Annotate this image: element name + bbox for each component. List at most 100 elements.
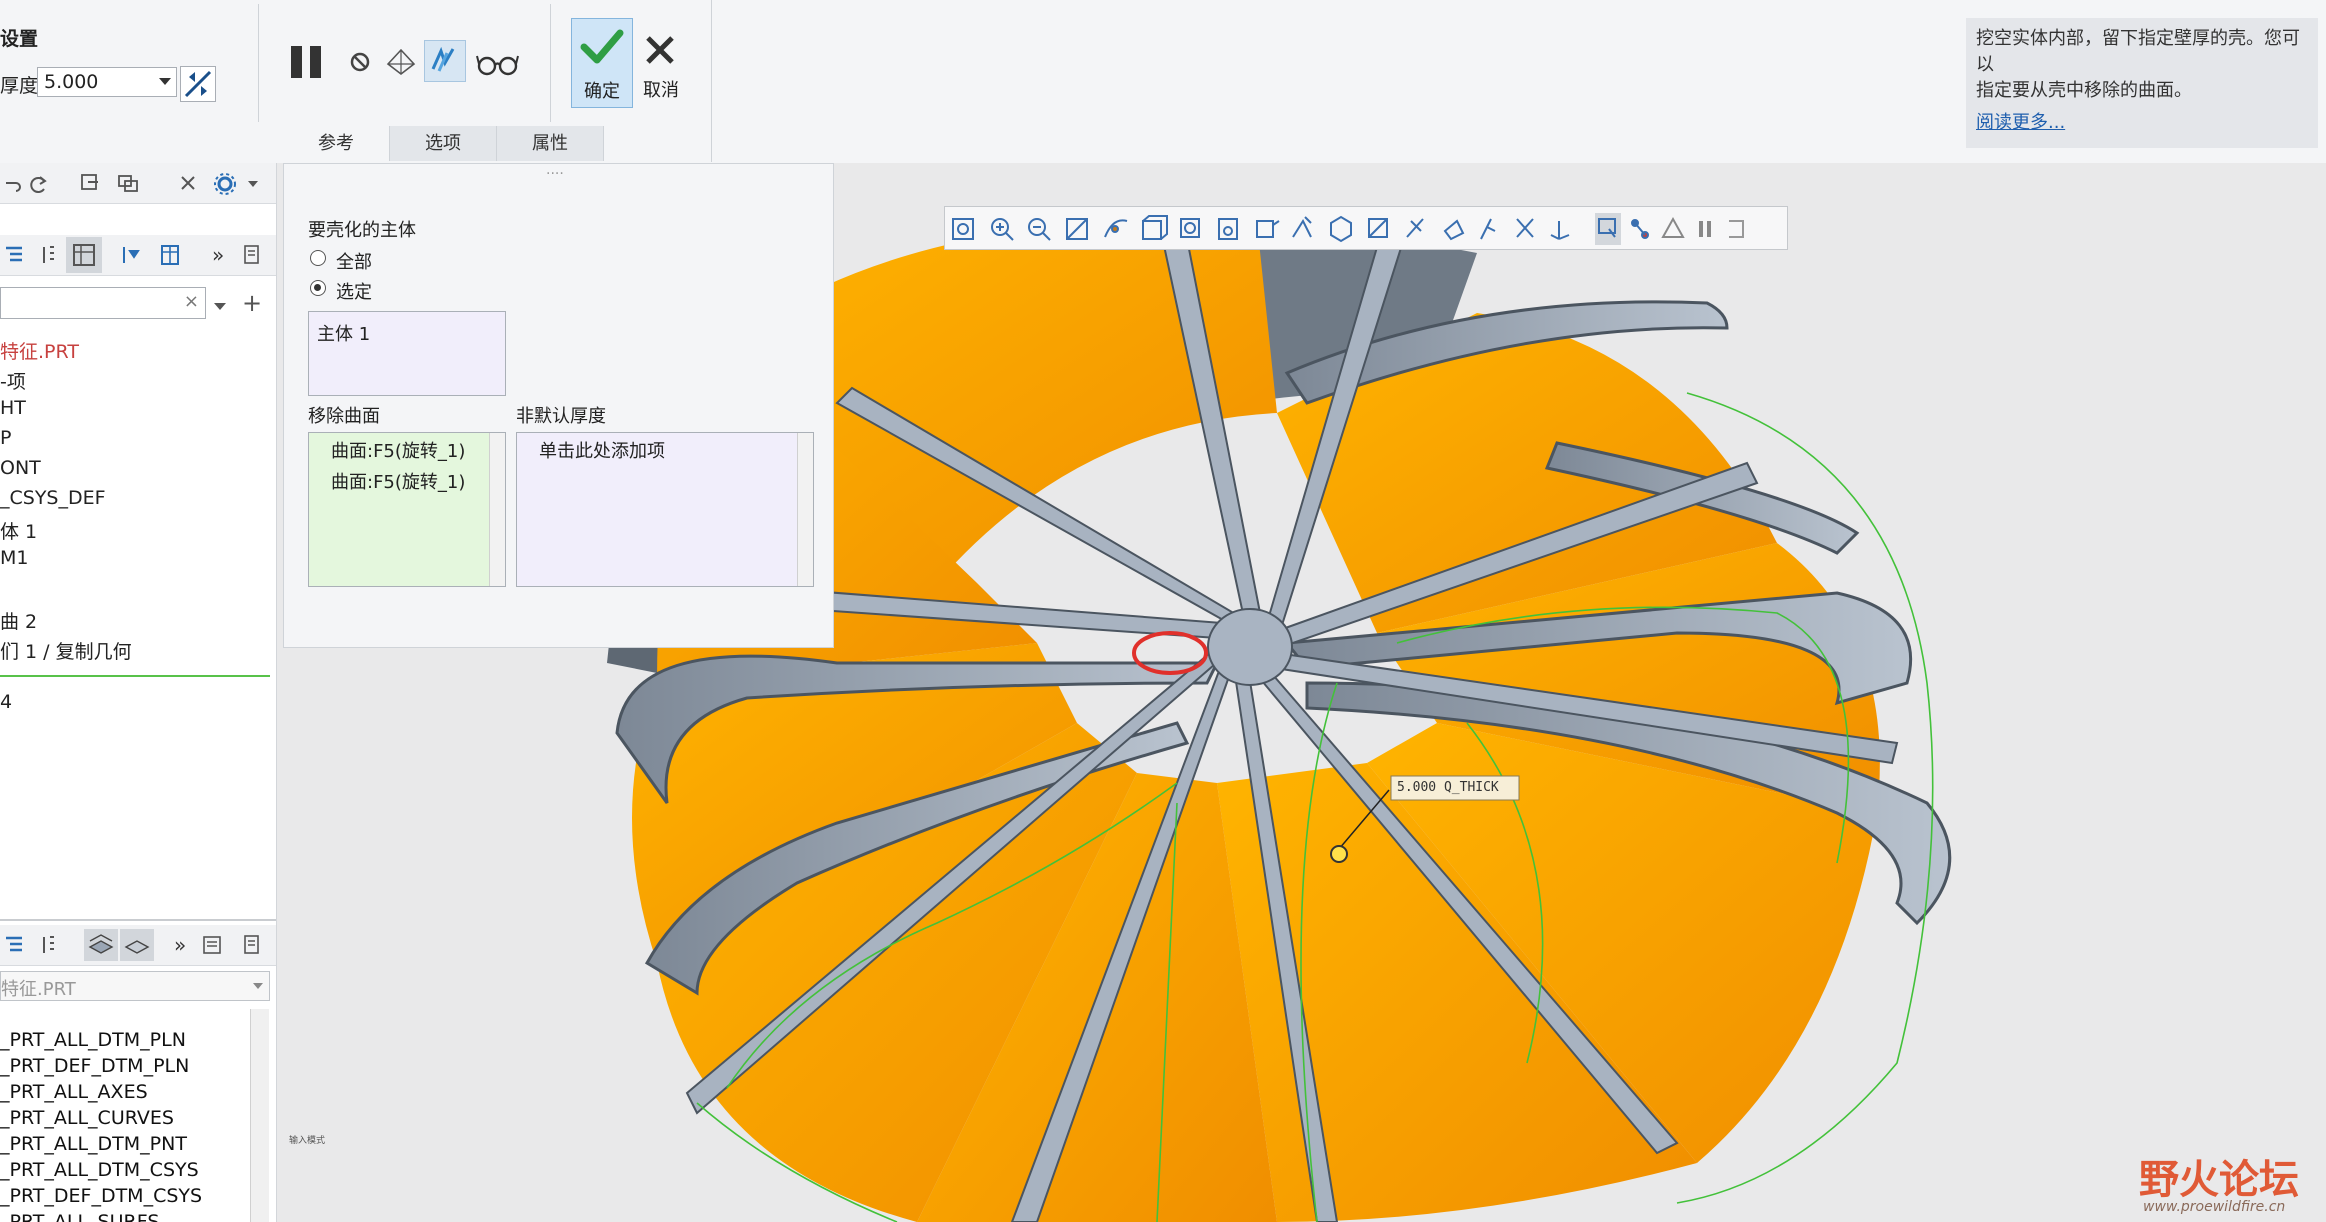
- dashboard-tabs: 参考 选项 属性: [283, 126, 604, 161]
- pause-small-icon: [1699, 221, 1711, 237]
- insert-here-marker[interactable]: [0, 675, 270, 677]
- layer-item[interactable]: _PRT_ALL_SURFS: [0, 1211, 159, 1222]
- remove-surfaces-label: 移除曲面: [308, 406, 380, 427]
- tree-search-input[interactable]: ×: [0, 287, 206, 319]
- tree-item[interactable]: HT: [0, 397, 26, 419]
- layer-item[interactable]: _PRT_ALL_CURVES: [0, 1107, 174, 1129]
- annotation-icon: [1292, 216, 1312, 238]
- pause-button[interactable]: [288, 42, 328, 82]
- show-icon[interactable]: [38, 243, 58, 267]
- checkmark-icon: [580, 29, 624, 64]
- tab-options[interactable]: 选项: [390, 126, 497, 161]
- spin-center-display-icon: [1516, 218, 1534, 238]
- verify-mode-button[interactable]: [424, 40, 466, 82]
- chevron-down-icon[interactable]: [248, 181, 258, 187]
- spin-center-icon: [1104, 219, 1128, 238]
- show-icon[interactable]: [38, 933, 58, 957]
- chevron-down-icon[interactable]: [159, 78, 171, 85]
- cancel-button[interactable]: 取消: [636, 18, 686, 106]
- remove-surfaces-scrollbar[interactable]: [489, 433, 505, 586]
- layer-scrollbar[interactable]: [250, 1009, 269, 1222]
- gear-icon[interactable]: [212, 171, 238, 197]
- saved-views-icon: [1180, 218, 1200, 238]
- layer-view-button[interactable]: [66, 237, 102, 273]
- tree-root-item[interactable]: 特征.PRT: [0, 337, 79, 364]
- tree-item[interactable]: M1: [0, 547, 28, 569]
- radio-dot: [314, 284, 321, 291]
- datum-display-icon: [1550, 221, 1570, 240]
- remove-surfaces-collector[interactable]: 曲面:F5(旋转_1) 曲面:F5(旋转_1): [308, 432, 506, 587]
- layer-item[interactable]: _PRT_ALL_AXES: [0, 1081, 148, 1103]
- radio-all-label[interactable]: 全部: [336, 248, 372, 274]
- read-more-link[interactable]: 阅读更多...: [1976, 110, 2065, 136]
- glasses-button[interactable]: [476, 48, 520, 78]
- search-dropdown-icon[interactable]: [214, 303, 226, 310]
- active-model-select[interactable]: 特征.PRT: [0, 971, 270, 1001]
- tree-item[interactable]: 体 1: [0, 517, 37, 544]
- verify-icon: [431, 46, 455, 72]
- regenerate-icon[interactable]: [78, 171, 102, 195]
- tree-item[interactable]: 们 1 / 复制几何: [0, 637, 132, 664]
- tree-item[interactable]: 曲 2: [0, 607, 37, 634]
- body-item[interactable]: 主体 1: [317, 320, 370, 346]
- tree-item[interactable]: P: [0, 427, 11, 449]
- flip-thickness-button[interactable]: [180, 66, 216, 102]
- ok-label: 确定: [584, 81, 620, 102]
- windows-icon[interactable]: [116, 171, 140, 195]
- chevron-down-icon[interactable]: [253, 983, 263, 989]
- layer-settings-icon[interactable]: [200, 933, 226, 957]
- layers-icon: [88, 934, 114, 954]
- radio-all[interactable]: [310, 250, 326, 266]
- tree-item[interactable]: 4: [0, 691, 12, 713]
- active-model-value: 特征.PRT: [1, 979, 76, 1000]
- settings-doc-icon[interactable]: [240, 933, 264, 957]
- no-preview-icon: [350, 52, 370, 72]
- thickness-list-scrollbar[interactable]: [797, 433, 813, 586]
- radio-selected[interactable]: [310, 280, 326, 296]
- surface-item[interactable]: 曲面:F5(旋转_1): [331, 468, 465, 494]
- non-default-thickness-collector[interactable]: 单击此处添加项: [516, 432, 814, 587]
- geometry-preview-button[interactable]: [384, 44, 418, 78]
- tab-properties[interactable]: 属性: [497, 126, 604, 161]
- layer-item[interactable]: _PRT_ALL_DTM_PNT: [0, 1133, 187, 1155]
- tree-item[interactable]: -项: [0, 367, 26, 394]
- layer-item[interactable]: _PRT_DEF_DTM_CSYS: [0, 1185, 202, 1207]
- tree-item[interactable]: ONT: [0, 457, 41, 479]
- filter-icon[interactable]: [120, 243, 146, 267]
- add-item-placeholder[interactable]: 单击此处添加项: [539, 437, 665, 463]
- repaint-icon: [1066, 218, 1088, 240]
- undo-icon[interactable]: [2, 173, 22, 193]
- redo-icon[interactable]: [26, 173, 48, 193]
- layer-props-button[interactable]: [120, 929, 154, 961]
- navigator-panel: » × + 特征.PRT -项 HT P ONT _CSYS_DEF 体 1 M…: [0, 163, 277, 1222]
- ok-button[interactable]: 确定: [571, 18, 633, 108]
- more-icon[interactable]: »: [212, 243, 224, 267]
- bodies-label: 要壳化的主体: [308, 220, 416, 241]
- tab-references[interactable]: 参考: [283, 126, 390, 161]
- tree-view-icon[interactable]: [2, 933, 26, 957]
- no-preview-button[interactable]: [346, 48, 374, 76]
- tree-item[interactable]: _CSYS_DEF: [0, 487, 106, 509]
- more-icon[interactable]: »: [174, 933, 186, 957]
- layer-item[interactable]: _PRT_DEF_DTM_PLN: [0, 1055, 189, 1077]
- glasses-icon: [476, 55, 519, 76]
- surface-item[interactable]: 曲面:F5(旋转_1): [331, 437, 465, 463]
- drag-handle-icon[interactable]: ····: [546, 166, 564, 182]
- quick-access-toolbar: [0, 163, 276, 204]
- tree-view-icon[interactable]: [2, 243, 26, 267]
- layers-button[interactable]: [84, 929, 118, 961]
- clear-icon[interactable]: ×: [184, 291, 199, 312]
- columns-icon[interactable]: [158, 243, 184, 267]
- thickness-input[interactable]: 5.000: [37, 67, 177, 97]
- view-toolbar: [944, 206, 1788, 250]
- bodies-collector[interactable]: 主体 1: [308, 311, 506, 396]
- add-icon[interactable]: +: [242, 289, 262, 317]
- status-hint: 输入模式: [289, 1136, 326, 1146]
- layer-item[interactable]: _PRT_ALL_DTM_CSYS: [0, 1159, 199, 1181]
- radio-selected-label[interactable]: 选定: [336, 278, 372, 304]
- table-icon: [73, 244, 95, 266]
- thickness-dimension-label[interactable]: 5.000 Q_THICK: [1397, 780, 1499, 795]
- layer-item[interactable]: _PRT_ALL_DTM_PLN: [0, 1029, 186, 1051]
- close-window-icon[interactable]: [178, 173, 198, 193]
- settings-doc-icon[interactable]: [240, 243, 264, 267]
